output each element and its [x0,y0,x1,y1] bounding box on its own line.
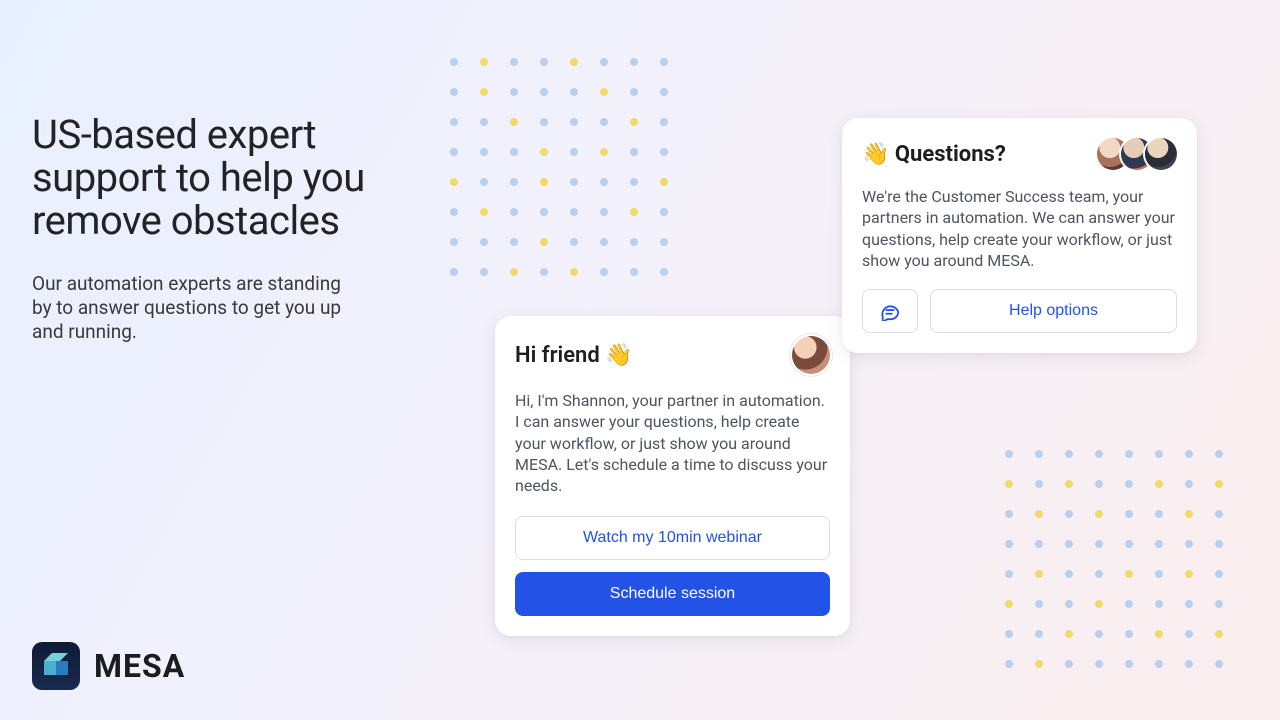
watch-webinar-button[interactable]: Watch my 10min webinar [515,516,830,560]
team-avatar [1145,138,1177,170]
brand: MESA [32,642,185,690]
card-questions: 👋 Questions? We're the Customer Success … [842,118,1197,353]
avatar-shannon [792,336,830,374]
card-questions-title: 👋 Questions? [862,142,1006,167]
dot-pattern-top [450,58,668,276]
chat-button[interactable] [862,289,918,333]
card-questions-body: We're the Customer Success team, your pa… [862,186,1177,271]
chat-icon [879,301,901,321]
brand-logo-icon [32,642,80,690]
page-subhead: Our automation experts are standing by t… [32,272,362,343]
page-headline: US-based expert support to help you remo… [32,114,372,242]
card-hi-friend-body: Hi, I'm Shannon, your partner in automat… [515,390,830,496]
brand-name: MESA [94,647,185,685]
card-hi-friend: Hi friend 👋 Hi, I'm Shannon, your partne… [495,316,850,636]
team-avatar-stack [1097,138,1177,170]
help-options-button[interactable]: Help options [930,289,1177,333]
dot-pattern-bottom [1005,450,1223,668]
card-hi-friend-title: Hi friend 👋 [515,343,633,368]
schedule-session-button[interactable]: Schedule session [515,572,830,616]
